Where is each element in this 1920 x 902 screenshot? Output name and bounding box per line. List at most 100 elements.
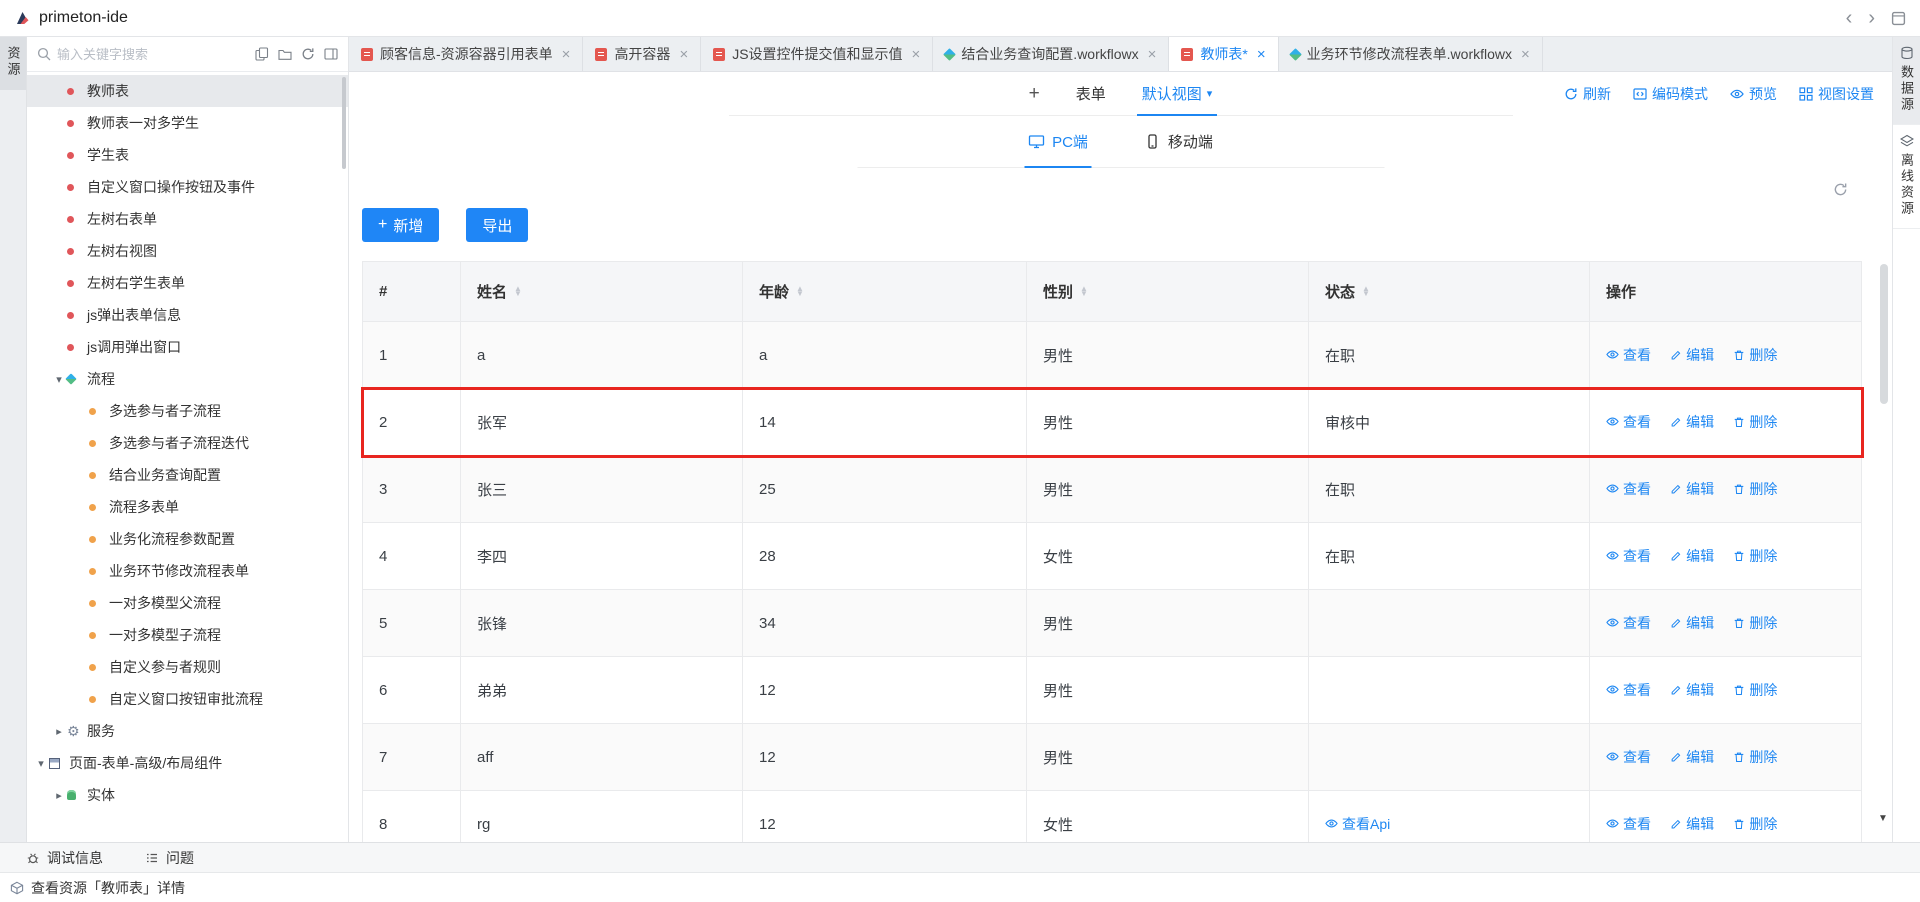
editor-tab[interactable]: 业务环节修改流程表单.workflowx × (1279, 37, 1543, 71)
tree-item[interactable]: 左树右学生表单 (27, 267, 348, 299)
refresh-view-button[interactable]: 刷新 (1564, 84, 1611, 104)
table-row[interactable]: 8 rg 12 女性 查看Api (363, 791, 1862, 843)
delete-action-link[interactable]: 删除 (1733, 747, 1777, 767)
edit-action-link[interactable]: 编辑 (1670, 613, 1714, 633)
editor-tab[interactable]: 教师表* × (1169, 37, 1278, 71)
tree-caret-icon[interactable] (33, 757, 49, 770)
table-row[interactable]: 5 张锋 34 男性 (363, 590, 1862, 657)
debug-info-button[interactable]: 调试信息 (26, 848, 103, 868)
delete-action-link[interactable]: 删除 (1733, 680, 1777, 700)
view-action-link[interactable]: 查看 (1606, 814, 1651, 834)
tree-item[interactable]: 多选参与者子流程迭代 (27, 427, 348, 459)
edit-action-link[interactable]: 编辑 (1670, 680, 1714, 700)
tree-item[interactable]: 左树右表单 (27, 203, 348, 235)
view-action-link[interactable]: 查看 (1606, 479, 1651, 499)
code-mode-button[interactable]: 编码模式 (1633, 84, 1708, 104)
edit-action-link[interactable]: 编辑 (1670, 747, 1714, 767)
editor-tab[interactable]: 顾客信息-资源容器引用表单 × (349, 37, 583, 71)
problems-button[interactable]: 问题 (145, 848, 194, 868)
scrollbar-thumb[interactable] (1880, 264, 1888, 404)
sort-icons[interactable]: ▲ ▼ (796, 287, 804, 297)
view-action-link[interactable]: 查看 (1606, 747, 1651, 767)
delete-action-link[interactable]: 删除 (1733, 546, 1777, 566)
editor-tab[interactable]: 高开容器 × (583, 37, 701, 71)
nav-forward-icon[interactable]: › (1868, 8, 1875, 28)
view-action-link[interactable]: 查看 (1606, 546, 1651, 566)
table-column-header[interactable]: 年龄 ▲ ▼ (743, 262, 1027, 322)
tree-item[interactable]: 实体 (27, 779, 348, 811)
table-column-header[interactable]: 操作 (1590, 262, 1862, 322)
tab-close-icon[interactable]: × (1257, 46, 1266, 63)
delete-action-link[interactable]: 删除 (1733, 613, 1777, 633)
window-layout-icon[interactable] (1891, 11, 1906, 26)
table-column-header[interactable]: 性别 ▲ ▼ (1027, 262, 1309, 322)
new-folder-icon[interactable] (278, 47, 292, 61)
tree-item[interactable]: 自定义参与者规则 (27, 651, 348, 683)
edit-action-link[interactable]: 编辑 (1670, 345, 1714, 365)
panel-toggle-icon[interactable] (324, 47, 338, 61)
scroll-down-arrow[interactable]: ▼ (1877, 813, 1889, 824)
right-rail-tab-offline[interactable]: 离线资源 (1893, 125, 1920, 229)
editor-tab[interactable]: 结合业务查询配置.workflowx × (933, 37, 1169, 71)
add-button[interactable]: + 新增 (362, 208, 439, 242)
editor-tab[interactable]: JS设置控件提交值和显示值 × (701, 37, 933, 71)
table-row[interactable]: 4 李四 28 女性 在职 (363, 523, 1862, 590)
tree-item[interactable]: 教师表 (27, 75, 348, 107)
tree-item[interactable]: 业务化流程参数配置 (27, 523, 348, 555)
table-row[interactable]: 7 aff 12 男性 (363, 724, 1862, 791)
tree-item[interactable]: js弹出表单信息 (27, 299, 348, 331)
tree-caret-icon[interactable] (51, 725, 67, 738)
table-column-header[interactable]: # (363, 262, 461, 322)
view-api-link[interactable]: 查看Api (1325, 814, 1390, 834)
tree-item[interactable]: 学生表 (27, 139, 348, 171)
tab-close-icon[interactable]: × (1148, 46, 1157, 63)
tree-item[interactable]: 左树右视图 (27, 235, 348, 267)
tree-item[interactable]: 多选参与者子流程 (27, 395, 348, 427)
table-row[interactable]: 3 张三 25 男性 在职 (363, 456, 1862, 523)
view-tab[interactable]: 表单 (1076, 72, 1106, 115)
delete-action-link[interactable]: 删除 (1733, 814, 1777, 834)
tree-caret-icon[interactable] (51, 789, 67, 802)
delete-action-link[interactable]: 删除 (1733, 479, 1777, 499)
table-column-header[interactable]: 姓名 ▲ ▼ (461, 262, 743, 322)
tree-item[interactable]: 流程 (27, 363, 348, 395)
edit-action-link[interactable]: 编辑 (1670, 814, 1714, 834)
table-row[interactable]: 2 张军 14 男性 审核中 (363, 389, 1862, 456)
sort-icons[interactable]: ▲ ▼ (514, 287, 522, 297)
view-tab[interactable]: 默认视图 ▾ (1142, 72, 1213, 115)
view-action-link[interactable]: 查看 (1606, 345, 1651, 365)
table-row[interactable]: 6 弟弟 12 男性 (363, 657, 1862, 724)
tree-item[interactable]: 页面-表单-高级/布局组件 (27, 747, 348, 779)
edit-action-link[interactable]: 编辑 (1670, 412, 1714, 432)
sort-icons[interactable]: ▲ ▼ (1080, 287, 1088, 297)
grid-refresh-icon[interactable] (1833, 182, 1848, 197)
tab-close-icon[interactable]: × (679, 46, 688, 63)
tab-close-icon[interactable]: × (912, 46, 921, 63)
view-action-link[interactable]: 查看 (1606, 613, 1651, 633)
tab-pc[interactable]: PC端 (1028, 116, 1088, 167)
tab-close-icon[interactable]: × (1521, 46, 1530, 63)
table-column-header[interactable]: 状态 ▲ ▼ (1309, 262, 1590, 322)
view-action-link[interactable]: 查看 (1606, 680, 1651, 700)
sidebar-scrollbar-thumb[interactable] (342, 77, 346, 169)
preview-button[interactable]: 预览 (1730, 84, 1777, 104)
tree-item[interactable]: js调用弹出窗口 (27, 331, 348, 363)
delete-action-link[interactable]: 删除 (1733, 412, 1777, 432)
edit-action-link[interactable]: 编辑 (1670, 546, 1714, 566)
table-row[interactable]: 1 a a 男性 在职 (363, 322, 1862, 389)
view-action-link[interactable]: 查看 (1606, 412, 1651, 432)
tree-item[interactable]: 流程多表单 (27, 491, 348, 523)
sort-icons[interactable]: ▲ ▼ (1362, 287, 1370, 297)
refresh-icon[interactable] (301, 47, 315, 61)
tree-item[interactable]: 结合业务查询配置 (27, 459, 348, 491)
tree-item[interactable]: 服务 (27, 715, 348, 747)
tree-item[interactable]: 自定义窗口操作按钮及事件 (27, 171, 348, 203)
tree-item[interactable]: 业务环节修改流程表单 (27, 555, 348, 587)
export-button[interactable]: 导出 (466, 208, 528, 242)
batch-new-icon[interactable] (255, 47, 269, 61)
edit-action-link[interactable]: 编辑 (1670, 479, 1714, 499)
tab-close-icon[interactable]: × (562, 46, 571, 63)
search-input[interactable] (57, 47, 248, 62)
tree-item[interactable]: 教师表一对多学生 (27, 107, 348, 139)
view-settings-button[interactable]: 视图设置 (1799, 84, 1874, 104)
